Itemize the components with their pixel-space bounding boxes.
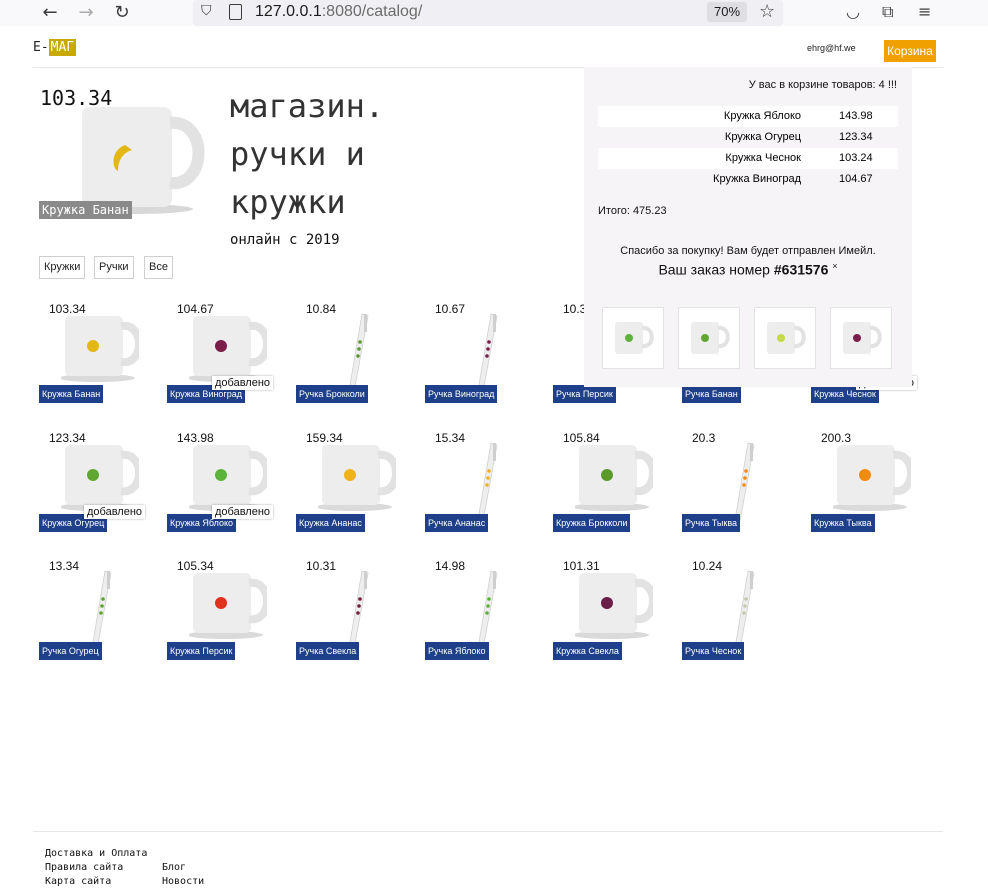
pocket-icon[interactable]: ◡ <box>846 2 860 21</box>
product-card[interactable]: 10.24 Ручка Чеснок <box>682 557 792 667</box>
mug-image[interactable] <box>573 441 657 511</box>
add-to-cart-button[interactable]: Ручка Яблоко <box>425 642 489 660</box>
product-card[interactable]: 10.67 Ручка Виноград <box>425 300 535 410</box>
product-card[interactable]: 159.34 Кружка Ананас <box>296 429 406 539</box>
add-to-cart-button[interactable]: Кружка Персик <box>167 642 236 660</box>
footer-link-blog[interactable]: Блог <box>162 862 186 873</box>
add-to-cart-button[interactable]: Ручка Огурец <box>39 642 102 660</box>
footer-link-delivery[interactable]: Доставка и Оплата <box>45 848 147 859</box>
cart-items-table: Кружка Яблоко 143.98 Кружка Огурец 123.34 … <box>598 106 898 190</box>
product-card[interactable]: 103.34 Кружка Банан <box>39 300 149 410</box>
url-text[interactable]: 127.0.0.1:8080/catalog/ <box>255 3 422 21</box>
product-card[interactable]: 104.67 Кружка Виноград добавлено <box>167 300 277 410</box>
product-card[interactable]: 13.34 Ручка Огурец <box>39 557 149 667</box>
pen-image[interactable] <box>447 441 525 522</box>
cart-row: Кружка Огурец 123.34 <box>724 131 873 143</box>
mug-image[interactable] <box>187 312 271 382</box>
added-tooltip: добавлено <box>212 376 274 390</box>
page-subtitle: онлайн с 2019 <box>230 232 340 248</box>
pen-image[interactable] <box>704 441 782 522</box>
cart-thumbnail[interactable] <box>754 307 816 369</box>
hero-mug-image[interactable] <box>80 105 205 215</box>
filter-mugs-button[interactable]: Кружки <box>39 256 86 279</box>
add-to-cart-button[interactable]: Кружка Банан <box>39 385 104 403</box>
reload-icon[interactable]: ↻ <box>110 1 134 25</box>
mug-image[interactable] <box>187 441 271 511</box>
pen-image[interactable] <box>318 312 396 393</box>
cart-thumbnail[interactable] <box>602 307 664 369</box>
added-tooltip: добавлено <box>84 505 146 519</box>
add-to-cart-button[interactable]: Ручка Ананас <box>425 514 489 532</box>
mug-image[interactable] <box>59 312 143 382</box>
site-header: E- МАГ ehrg@hf.we Корзина <box>33 36 943 68</box>
extensions-icon[interactable]: ⧉ <box>882 2 893 22</box>
add-to-cart-button[interactable]: Кружка Брокколи <box>553 514 631 532</box>
add-to-cart-button[interactable]: Ручка Чеснок <box>682 642 745 660</box>
product-card[interactable]: 10.31 Ручка Свекла <box>296 557 406 667</box>
back-icon[interactable]: ← <box>38 1 62 25</box>
pen-image[interactable] <box>704 569 782 650</box>
footer-link-sitemap[interactable]: Карта сайта <box>45 876 111 887</box>
cart-row: Кружка Виноград 104.67 <box>713 173 873 185</box>
cart-count: У вас в корзине товаров: 4 !!! <box>748 79 897 91</box>
add-to-cart-button[interactable]: Ручка Виноград <box>425 385 498 403</box>
cart-thumbnail[interactable] <box>830 307 892 369</box>
footer-link-rules[interactable]: Правила сайта <box>45 862 123 873</box>
pen-image[interactable] <box>447 569 525 650</box>
added-tooltip: добавлено <box>212 505 274 519</box>
product-card[interactable]: 101.31 Кружка Свекла <box>553 557 663 667</box>
product-card[interactable]: 143.98 Кружка Яблоко добавлено <box>167 429 277 539</box>
cart-thumbnail[interactable] <box>678 307 740 369</box>
add-to-cart-button[interactable]: Ручка Брокколи <box>296 385 368 403</box>
product-card[interactable]: 123.34 Кружка Огурец добавлено <box>39 429 149 539</box>
bookmark-star-icon[interactable]: ☆ <box>759 1 775 22</box>
product-card[interactable]: 105.84 Кружка Брокколи <box>553 429 663 539</box>
cart-total: Итого: 475.23 <box>598 205 667 217</box>
add-to-cart-button[interactable]: Ручка Свекла <box>296 642 360 660</box>
mug-image[interactable] <box>316 441 400 511</box>
mug-image[interactable] <box>59 441 143 511</box>
zoom-level[interactable]: 70% <box>707 2 747 22</box>
site-logo[interactable]: E- МАГ <box>33 39 77 56</box>
add-to-cart-button[interactable]: Ручка Персик <box>553 385 616 403</box>
product-card[interactable]: 105.34 Кружка Персик <box>167 557 277 667</box>
product-card[interactable]: 20.3 Ручка Тыква <box>682 429 792 539</box>
close-icon[interactable]: × <box>832 261 837 271</box>
pen-image[interactable] <box>61 569 139 650</box>
footer-link-news[interactable]: Новости <box>162 876 204 887</box>
add-to-cart-button[interactable]: Кружка Ананас <box>296 514 365 532</box>
mug-image[interactable] <box>573 569 657 639</box>
add-to-cart-button[interactable]: Кружка Свекла <box>553 642 622 660</box>
product-card[interactable]: 14.98 Ручка Яблоко <box>425 557 535 667</box>
page-icon <box>229 4 242 20</box>
add-to-cart-button[interactable]: Ручка Тыква <box>682 514 741 532</box>
cart-row: Кружка Яблоко 143.98 <box>598 106 898 127</box>
page-title: магазин. ручки и кружки <box>230 87 385 221</box>
mug-image[interactable] <box>187 569 271 639</box>
filter-pens-button[interactable]: Ручки <box>94 256 134 279</box>
cart-row: Кружка Чеснок 103.24 <box>598 148 898 169</box>
add-to-cart-button[interactable]: Ручка Банан <box>682 385 741 403</box>
cart-button[interactable]: Корзина <box>884 40 936 62</box>
menu-icon[interactable]: ≡ <box>918 2 931 21</box>
product-card[interactable]: 200.3 Кружка Тыква <box>811 429 921 539</box>
footer-divider <box>33 831 943 832</box>
mug-image[interactable] <box>831 441 915 511</box>
forward-icon[interactable]: → <box>74 1 98 25</box>
browser-toolbar: ← → ↻ ⛉ 127.0.0.1:8080/catalog/ 70% ☆ ◡ … <box>0 0 988 26</box>
product-card[interactable]: 15.34 Ручка Ананас <box>425 429 535 539</box>
shield-icon[interactable]: ⛉ <box>201 3 212 19</box>
filter-all-button[interactable]: Все <box>144 256 173 279</box>
order-number: Ваш заказ номер #631576 × <box>658 261 838 278</box>
pen-image[interactable] <box>318 569 396 650</box>
user-email[interactable]: ehrg@hf.we <box>807 43 856 53</box>
cart-panel: У вас в корзине товаров: 4 !!! Кружка Яб… <box>584 67 912 387</box>
thank-you-message: Спасибо за покупку! Вам будет отправлен … <box>620 245 876 257</box>
product-card[interactable]: 10.84 Ручка Брокколи <box>296 300 406 410</box>
add-to-cart-button[interactable]: Кружка Тыква <box>811 514 875 532</box>
pen-image[interactable] <box>447 312 525 393</box>
address-bar[interactable]: ⛉ 127.0.0.1:8080/catalog/ 70% ☆ <box>193 0 783 26</box>
hero-product-label[interactable]: Кружка Банан <box>39 201 132 219</box>
